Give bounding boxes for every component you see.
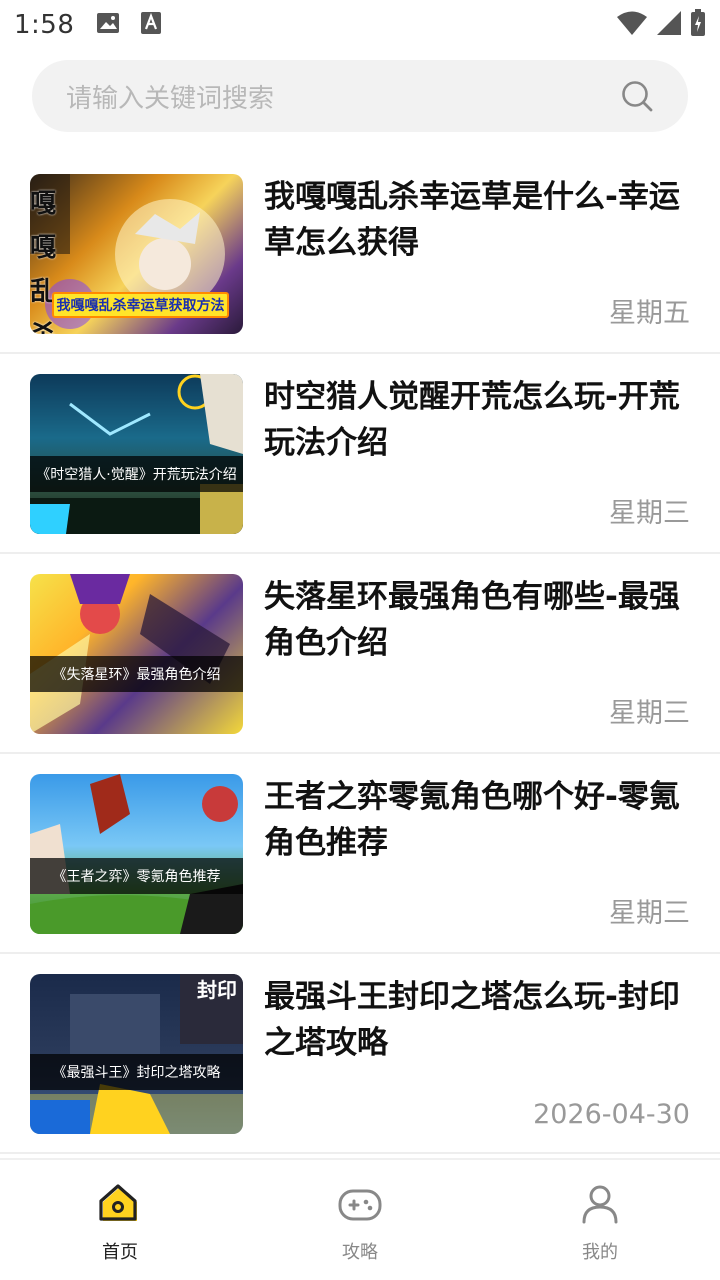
thumb-banner-text: 封印 — [197, 978, 237, 1002]
article-title[interactable]: 王者之弈零氪角色哪个好-零氪角色推荐 — [264, 774, 700, 866]
thumb-caption: 《时空猎人·觉醒》开荒玩法介绍 — [30, 456, 243, 492]
gallery-notification-icon — [96, 12, 120, 38]
article-date: 2026-04-30 — [533, 1099, 690, 1130]
article-date: 星期三 — [609, 498, 690, 529]
search-input[interactable]: 请输入关键词搜索 — [66, 78, 620, 115]
search-bar[interactable]: 请输入关键词搜索 — [32, 60, 688, 132]
article-item[interactable]: 《失落星环》最强角色介绍 失落星环最强角色有哪些-最强角色介绍 星期三 — [0, 554, 720, 754]
thumb-caption: 我嘎嘎乱杀幸运草获取方法 — [52, 292, 229, 318]
nav-label-guides: 攻略 — [342, 1242, 378, 1263]
thumb-caption: 《失落星环》最强角色介绍 — [30, 656, 243, 692]
nav-label-mine: 我的 — [582, 1242, 618, 1263]
gamepad-icon[interactable] — [338, 1182, 382, 1226]
article-date: 星期三 — [609, 898, 690, 929]
article-date: 星期五 — [609, 298, 690, 329]
app-notification-icon — [140, 11, 162, 39]
thumb-caption: 《最强斗王》封印之塔攻略 — [30, 1054, 243, 1090]
home-icon[interactable] — [98, 1182, 142, 1226]
article-date: 星期三 — [609, 698, 690, 729]
article-item[interactable]: 嘎嘎 乱杀 我嘎嘎乱杀幸运草获取方法 我嘎嘎乱杀幸运草是什么-幸运草怎么获得 星… — [0, 154, 720, 354]
article-item[interactable]: 封印 《最强斗王》封印之塔攻略 最强斗王封印之塔怎么玩-封印之塔攻略 2026-… — [0, 954, 720, 1154]
search-icon[interactable] — [620, 79, 654, 113]
nav-item-guides[interactable]: 攻略 — [240, 1160, 480, 1280]
article-thumbnail[interactable]: 《失落星环》最强角色介绍 — [30, 574, 243, 734]
nav-item-home[interactable]: 首页 — [0, 1160, 240, 1280]
wifi-icon — [616, 10, 648, 40]
signal-icon — [656, 10, 682, 40]
article-title[interactable]: 失落星环最强角色有哪些-最强角色介绍 — [264, 574, 700, 666]
battery-charging-icon — [690, 9, 706, 41]
status-bar: 1:58 — [0, 0, 720, 50]
article-thumbnail[interactable]: 《时空猎人·觉醒》开荒玩法介绍 — [30, 374, 243, 534]
article-title[interactable]: 最强斗王封印之塔怎么玩-封印之塔攻略 — [264, 974, 700, 1066]
article-item[interactable]: 《王者之弈》零氪角色推荐 王者之弈零氪角色哪个好-零氪角色推荐 星期三 — [0, 754, 720, 954]
article-title[interactable]: 我嘎嘎乱杀幸运草是什么-幸运草怎么获得 — [264, 174, 700, 266]
nav-item-mine[interactable]: 我的 — [480, 1160, 720, 1280]
status-time: 1:58 — [14, 10, 75, 40]
article-list: 嘎嘎 乱杀 我嘎嘎乱杀幸运草获取方法 我嘎嘎乱杀幸运草是什么-幸运草怎么获得 星… — [0, 154, 720, 1154]
article-title[interactable]: 时空猎人觉醒开荒怎么玩-开荒玩法介绍 — [264, 374, 700, 466]
article-thumbnail[interactable]: 嘎嘎 乱杀 我嘎嘎乱杀幸运草获取方法 — [30, 174, 243, 334]
article-thumbnail[interactable]: 封印 《最强斗王》封印之塔攻略 — [30, 974, 243, 1134]
article-item[interactable]: 《时空猎人·觉醒》开荒玩法介绍 时空猎人觉醒开荒怎么玩-开荒玩法介绍 星期三 — [0, 354, 720, 554]
bottom-navigation: 首页 攻略 我的 — [0, 1158, 720, 1280]
article-thumbnail[interactable]: 《王者之弈》零氪角色推荐 — [30, 774, 243, 934]
user-icon[interactable] — [578, 1182, 622, 1226]
thumb-caption: 《王者之弈》零氪角色推荐 — [30, 858, 243, 894]
nav-label-home: 首页 — [102, 1242, 138, 1263]
